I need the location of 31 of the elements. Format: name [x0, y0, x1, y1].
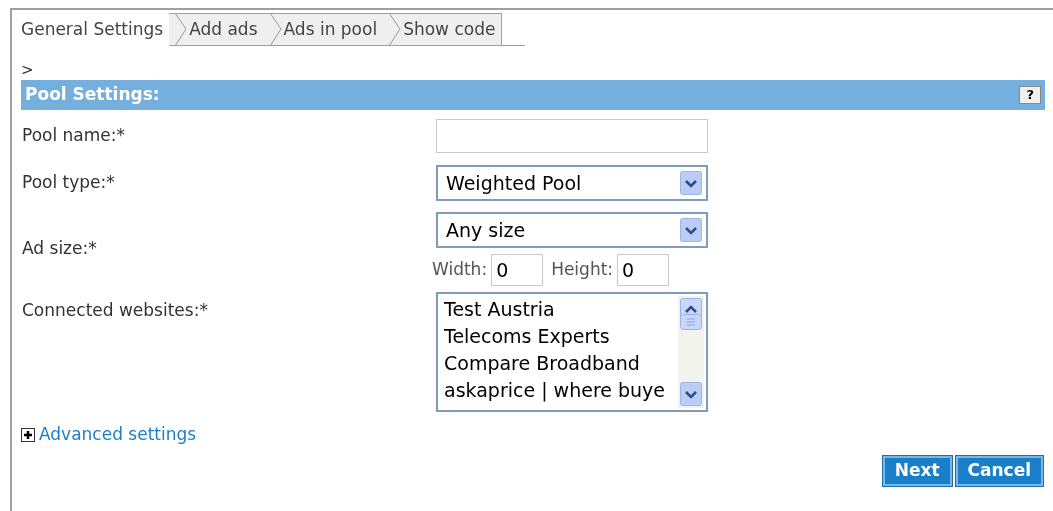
- width-field[interactable]: 0: [491, 254, 544, 286]
- form-button[interactable]: Next: [882, 455, 952, 486]
- field-label: Pool type:*: [22, 171, 116, 195]
- scroll-thumb-icon[interactable]: [680, 314, 702, 330]
- advanced-settings-link[interactable]: Advanced settings: [39, 422, 197, 448]
- height-field[interactable]: 0: [617, 254, 670, 286]
- dropdown-field[interactable]: Any size: [436, 212, 708, 248]
- tab[interactable]: Show code: [383, 13, 503, 46]
- list-option[interactable]: Compare Broadband: [444, 350, 678, 377]
- chevron-icon: [389, 13, 402, 46]
- tab[interactable]: Add ads: [169, 13, 264, 46]
- listbox[interactable]: Test Austria Telecoms Experts Compare Broadband askaprice | where buye: [436, 292, 708, 412]
- list-option[interactable]: askaprice | where buye: [444, 377, 678, 404]
- field-label: Pool name:*: [22, 124, 126, 148]
- help-button[interactable]: ?: [1019, 86, 1041, 104]
- breadcrumb-text: >: [21, 60, 34, 80]
- scrollbar[interactable]: [678, 296, 704, 408]
- text-field[interactable]: [436, 119, 708, 153]
- form-button[interactable]: Cancel: [955, 455, 1043, 486]
- width-label: Width:: [432, 258, 488, 282]
- section-title: Pool Settings:: [25, 83, 160, 107]
- list-option[interactable]: Telecoms Experts: [444, 323, 678, 350]
- expand-icon[interactable]: [21, 427, 35, 442]
- chevron-icon: [269, 13, 282, 46]
- list-option[interactable]: Test Austria: [444, 296, 678, 323]
- height-label: Height:: [551, 258, 614, 282]
- chevron-icon: [175, 13, 188, 46]
- field-label: Ad size:*: [22, 237, 98, 261]
- tab[interactable]: Ads in pool: [263, 13, 384, 46]
- dropdown-field[interactable]: Weighted Pool: [436, 165, 708, 201]
- field-label: Connected websites:*: [22, 299, 209, 322]
